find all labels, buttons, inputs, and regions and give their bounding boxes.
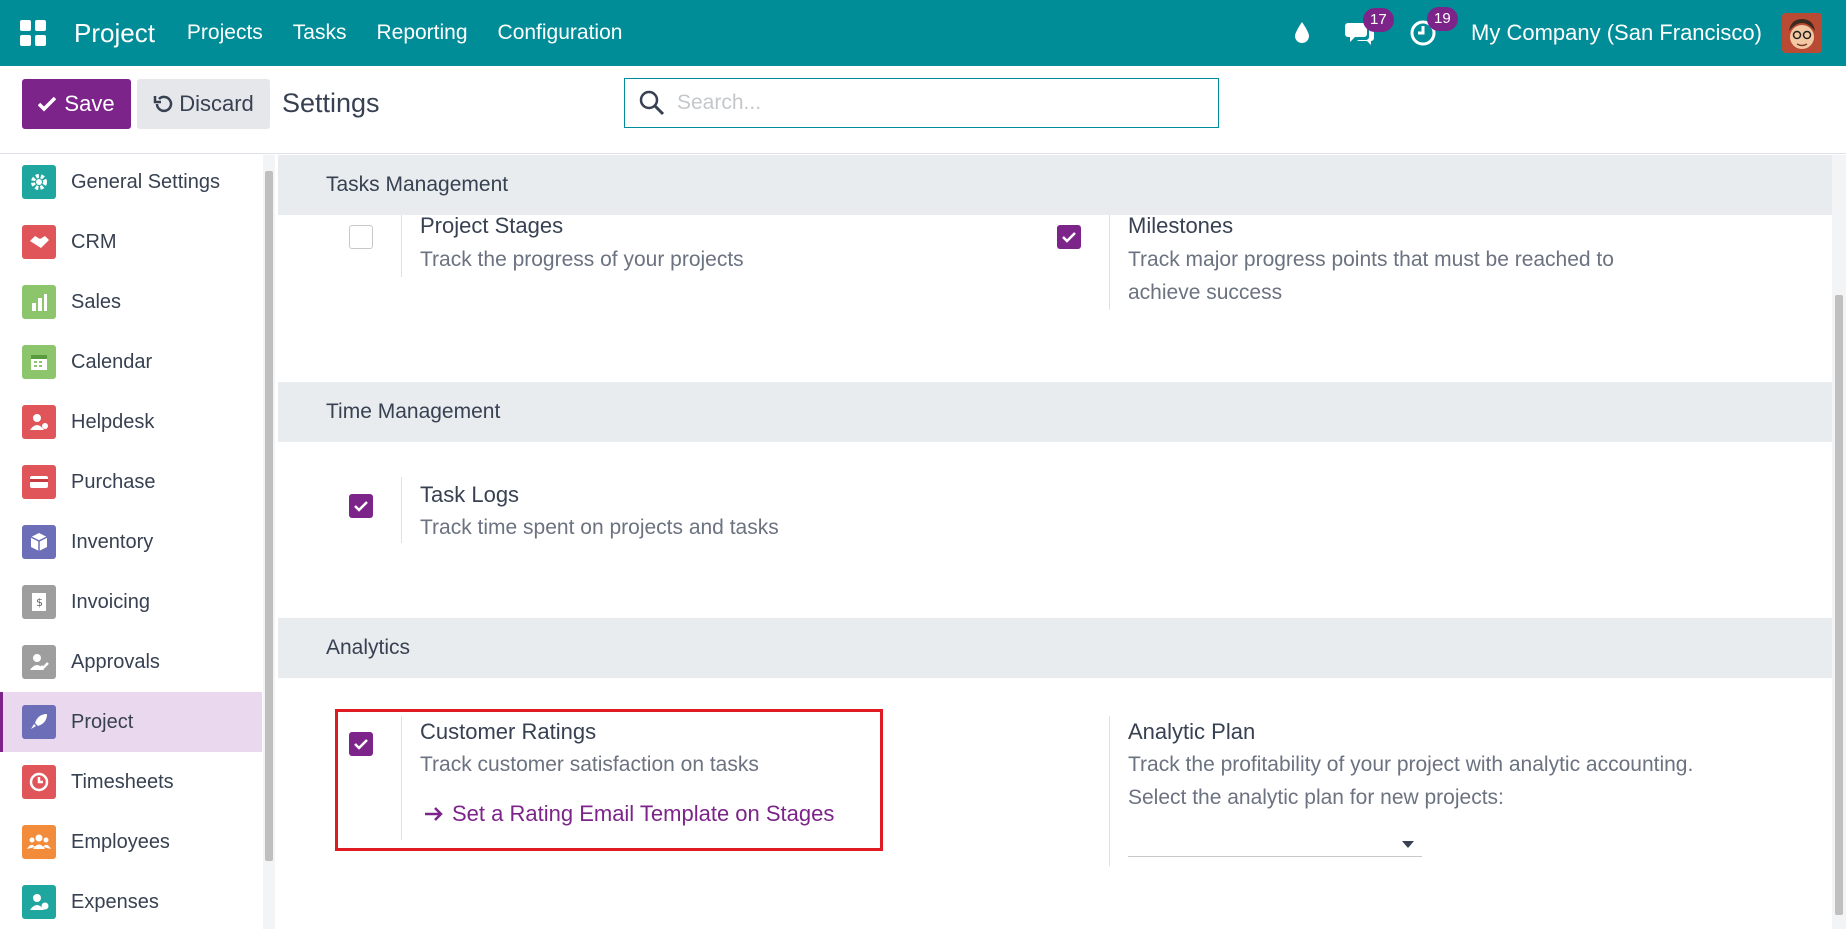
page-title: Settings bbox=[282, 88, 380, 118]
search-input[interactable] bbox=[677, 91, 1197, 115]
gear-icon bbox=[22, 165, 56, 199]
analytic-plan-title: Analytic Plan bbox=[1128, 719, 1256, 744]
customer-ratings-desc: Track customer satisfaction on tasks bbox=[420, 753, 759, 776]
control-panel: Save Discard Settings bbox=[0, 66, 1846, 154]
approval-icon bbox=[22, 645, 56, 679]
save-button[interactable]: Save bbox=[22, 79, 131, 129]
sidebar-item-label: Employees bbox=[71, 830, 170, 853]
menu-projects[interactable]: Projects bbox=[187, 21, 263, 45]
sidebar-item-crm[interactable]: CRM bbox=[0, 212, 262, 272]
rating-template-link[interactable]: Set a Rating Email Template on Stages bbox=[424, 801, 834, 827]
content-scrollbar[interactable] bbox=[1832, 155, 1846, 929]
divider bbox=[1109, 716, 1110, 866]
chat-icon[interactable]: 17 bbox=[1345, 8, 1394, 46]
search-icon bbox=[639, 90, 665, 116]
section-time-management: Time Management bbox=[278, 382, 1832, 442]
user-avatar[interactable] bbox=[1782, 13, 1822, 53]
sidebar-item-label: Purchase bbox=[71, 470, 156, 493]
sidebar-item-label: Sales bbox=[71, 290, 122, 313]
sidebar-item-label: Helpdesk bbox=[71, 410, 155, 433]
sidebar-item-label: General Settings bbox=[71, 170, 220, 193]
divider bbox=[401, 716, 402, 840]
invoice-icon: $ bbox=[22, 585, 56, 619]
rocket-icon bbox=[22, 705, 56, 739]
sidebar-item-employees[interactable]: Employees bbox=[0, 812, 262, 872]
timesheet-icon bbox=[22, 765, 56, 799]
apps-menu-icon[interactable] bbox=[20, 20, 46, 46]
people-icon bbox=[22, 825, 56, 859]
app-brand[interactable]: Project bbox=[74, 18, 155, 49]
expense-icon bbox=[22, 885, 56, 919]
section-tasks-management: Tasks Management bbox=[278, 155, 1832, 215]
helpdesk-icon bbox=[22, 405, 56, 439]
check-icon bbox=[1062, 232, 1076, 243]
check-icon bbox=[354, 501, 368, 512]
customer-ratings-title: Customer Ratings bbox=[420, 719, 597, 744]
divider bbox=[401, 215, 402, 277]
section-analytics: Analytics bbox=[278, 618, 1832, 678]
divider bbox=[1109, 215, 1110, 310]
sidebar-item-approvals[interactable]: Approvals bbox=[0, 632, 262, 692]
activity-badge: 19 bbox=[1427, 7, 1458, 31]
search-box[interactable] bbox=[624, 78, 1219, 128]
divider bbox=[401, 477, 402, 543]
card-icon bbox=[22, 465, 56, 499]
box-icon bbox=[22, 525, 56, 559]
undo-icon bbox=[153, 95, 173, 113]
sidebar-item-inventory[interactable]: Inventory bbox=[0, 512, 262, 572]
drop-icon[interactable] bbox=[1293, 21, 1311, 45]
sidebar-item-timesheets[interactable]: Timesheets bbox=[0, 752, 262, 812]
sidebar-item-purchase[interactable]: Purchase bbox=[0, 452, 262, 512]
project-stages-title: Project Stages bbox=[420, 213, 564, 238]
sidebar-item-label: Calendar bbox=[71, 350, 153, 373]
sidebar-item-invoicing[interactable]: $ Invoicing bbox=[0, 572, 262, 632]
sidebar-item-label: Expenses bbox=[71, 890, 159, 913]
milestones-title: Milestones bbox=[1128, 213, 1234, 238]
menu-configuration[interactable]: Configuration bbox=[498, 21, 623, 45]
check-icon bbox=[354, 739, 368, 750]
sidebar-scrollbar[interactable] bbox=[263, 155, 275, 929]
sidebar-item-label: CRM bbox=[71, 230, 117, 253]
sidebar-item-label: Timesheets bbox=[71, 770, 174, 793]
chart-icon bbox=[22, 285, 56, 319]
company-switcher[interactable]: My Company (San Francisco) bbox=[1471, 20, 1762, 46]
project-stages-desc: Track the progress of your projects bbox=[420, 248, 744, 271]
chevron-down-icon bbox=[1402, 841, 1414, 848]
settings-content: Tasks Management Project Stages Track th… bbox=[278, 155, 1832, 929]
sidebar-item-label: Project bbox=[71, 710, 134, 733]
project-stages-checkbox[interactable] bbox=[349, 225, 373, 249]
sidebar-item-label: Invoicing bbox=[71, 590, 150, 613]
sidebar-item-label: Approvals bbox=[71, 650, 160, 673]
calendar-icon bbox=[22, 345, 56, 379]
svg-text:$: $ bbox=[36, 596, 43, 609]
rating-template-link-label: Set a Rating Email Template on Stages bbox=[452, 801, 835, 826]
arrow-right-icon bbox=[425, 807, 443, 821]
chat-badge: 17 bbox=[1363, 8, 1394, 32]
save-label: Save bbox=[64, 91, 115, 116]
sidebar-item-calendar[interactable]: Calendar bbox=[0, 332, 262, 392]
menu-reporting[interactable]: Reporting bbox=[376, 21, 467, 45]
analytic-plan-select[interactable] bbox=[1128, 827, 1422, 857]
milestones-desc: Track major progress points that must be… bbox=[1128, 248, 1614, 304]
sidebar-item-helpdesk[interactable]: Helpdesk bbox=[0, 392, 262, 452]
sidebar-item-expenses[interactable]: Expenses bbox=[0, 872, 262, 929]
task-logs-desc: Track time spent on projects and tasks bbox=[420, 516, 779, 539]
sidebar-item-general-settings[interactable]: General Settings bbox=[0, 155, 262, 212]
sidebar-item-label: Inventory bbox=[71, 530, 154, 553]
handshake-icon bbox=[22, 225, 56, 259]
top-navbar: Project Projects Tasks Reporting Configu… bbox=[0, 0, 1846, 66]
check-icon bbox=[38, 96, 57, 112]
activity-clock-icon[interactable]: 19 bbox=[1409, 7, 1458, 47]
task-logs-title: Task Logs bbox=[420, 482, 520, 507]
analytic-plan-desc: Track the profitability of your project … bbox=[1128, 753, 1694, 809]
customer-ratings-checkbox[interactable] bbox=[349, 732, 373, 756]
task-logs-checkbox[interactable] bbox=[349, 494, 373, 518]
sidebar-item-project[interactable]: Project bbox=[0, 692, 262, 752]
discard-label: Discard bbox=[179, 91, 254, 116]
milestones-checkbox[interactable] bbox=[1057, 225, 1081, 249]
settings-sidebar: General Settings CRM Sales Calendar Help… bbox=[0, 155, 262, 929]
sidebar-item-sales[interactable]: Sales bbox=[0, 272, 262, 332]
discard-button[interactable]: Discard bbox=[137, 79, 270, 129]
menu-tasks[interactable]: Tasks bbox=[293, 21, 347, 45]
